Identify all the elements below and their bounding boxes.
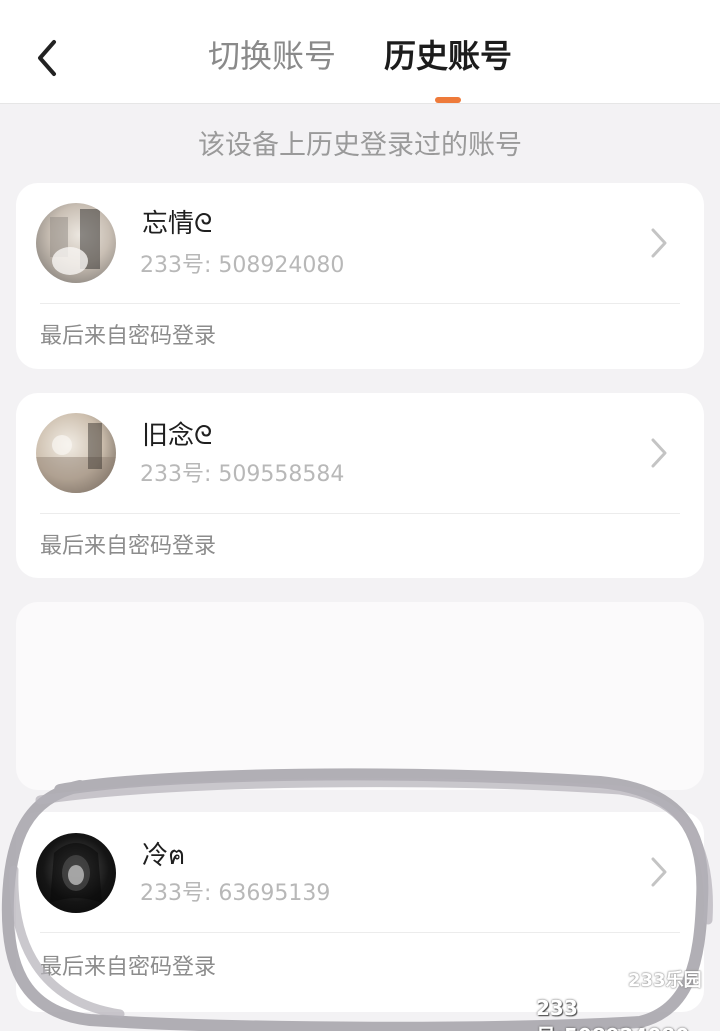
active-tab-indicator (435, 97, 461, 103)
chevron-right-icon (651, 857, 667, 887)
last-login-method: 最后来自密码登录 (40, 534, 217, 559)
watermark-id: 233号:508924080 (536, 996, 689, 1031)
decorative-glyph: ᘓ (194, 421, 213, 451)
top-bar: 切换账号 历史账号 (0, 0, 720, 104)
avatar (36, 203, 116, 283)
account-uid: 233号: 63695139 (140, 881, 331, 906)
last-login-method: 最后来自密码登录 (40, 324, 217, 349)
account-uid: 233号: 509558584 (140, 462, 345, 487)
divider (40, 303, 680, 304)
back-chevron-icon[interactable] (30, 38, 66, 78)
account-card-2[interactable]: 旧念ᘓ 233号: 509558584 最后来自密码登录 (16, 393, 704, 578)
watermark-logo: 233乐园 (628, 970, 702, 991)
tab-history-account[interactable]: 历史账号 (384, 36, 512, 76)
decorative-glyph: ᘓ (194, 209, 213, 239)
avatar (36, 833, 116, 913)
account-card-hidden[interactable] (16, 602, 704, 790)
decorative-glyph: ฅ (168, 841, 186, 871)
account-name: 旧念ᘓ (142, 421, 213, 451)
chevron-right-icon (651, 228, 667, 258)
page-subtitle: 该设备上历史登录过的账号 (198, 130, 522, 161)
account-card-1[interactable]: 忘情ᘓ 233号: 508924080 最后来自密码登录 (16, 183, 704, 369)
account-uid: 233号: 508924080 (140, 253, 345, 278)
chevron-right-icon (651, 438, 667, 468)
account-name: 冷ฅ (142, 841, 186, 871)
avatar (36, 413, 116, 493)
last-login-method: 最后来自密码登录 (40, 955, 217, 980)
divider (40, 513, 680, 514)
tab-switch-account[interactable]: 切换账号 (208, 36, 336, 76)
divider (40, 932, 680, 933)
account-name: 忘情ᘓ (142, 209, 213, 239)
account-card-3[interactable]: 冷ฅ 233号: 63695139 最后来自密码登录 (16, 812, 704, 1012)
